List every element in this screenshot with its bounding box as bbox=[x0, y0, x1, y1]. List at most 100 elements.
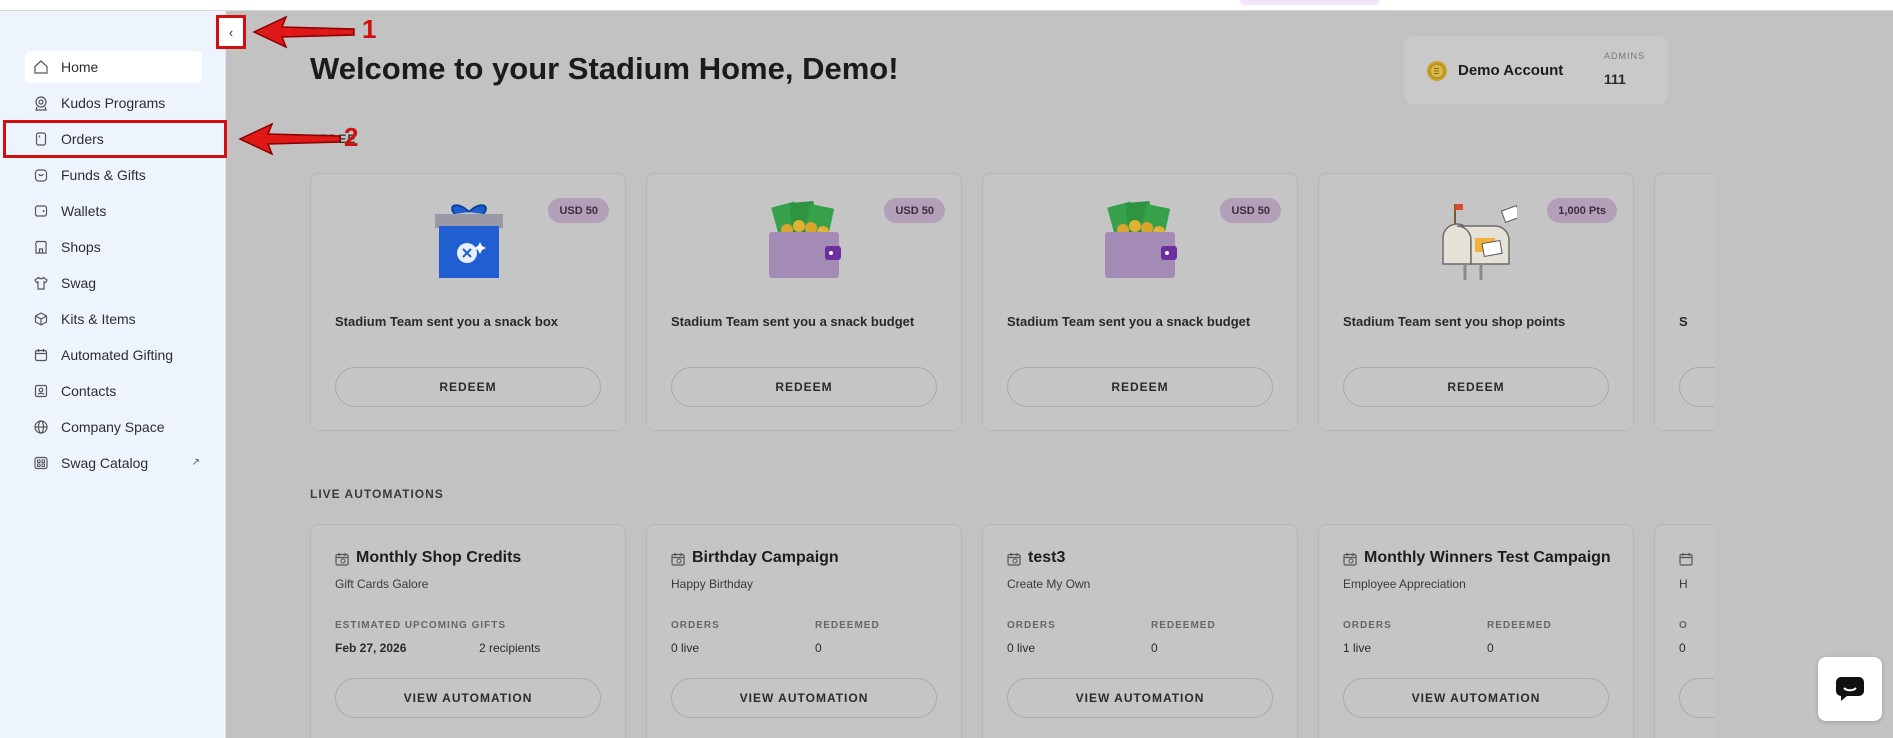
automation-subtitle: Gift Cards Galore bbox=[335, 577, 429, 591]
automation-card: Birthday Campaign Happy Birthday ORDERS … bbox=[646, 524, 962, 738]
redeemed-value: 0 bbox=[1151, 641, 1158, 655]
sidebar-item-funds-gifts[interactable]: Funds & Gifts bbox=[25, 159, 202, 191]
calendar-icon bbox=[1007, 553, 1021, 566]
home-icon bbox=[33, 59, 49, 75]
annotation-arrow-2 bbox=[238, 122, 341, 156]
redeem-card-text: Stadium Team sent you a snack budget bbox=[1007, 314, 1251, 329]
view-automation-button[interactable]: VIEW AUTOMATION bbox=[671, 678, 937, 718]
redeemed-label: REDEEMED bbox=[1487, 620, 1552, 631]
sidebar-item-label: Contacts bbox=[61, 383, 117, 399]
calendar-icon bbox=[1343, 553, 1357, 566]
kits-icon bbox=[33, 311, 49, 327]
sidebar-item-kudos-programs[interactable]: Kudos Programs bbox=[25, 87, 202, 119]
sidebar-nav: Home Kudos Programs Orders Funds & Gifts… bbox=[25, 51, 202, 483]
wallet-cash-illustration bbox=[765, 198, 845, 282]
main-content: Welcome to your Stadium Home, Demo! Demo… bbox=[226, 11, 1893, 738]
sidebar-item-swag[interactable]: Swag bbox=[25, 267, 202, 299]
sidebar-item-label: Funds & Gifts bbox=[61, 167, 146, 183]
redeemed-label: REDEEMED bbox=[1151, 620, 1216, 631]
calendar-icon bbox=[33, 347, 49, 363]
sidebar-item-company-space[interactable]: Company Space bbox=[25, 411, 202, 443]
shop-icon bbox=[33, 239, 49, 255]
wallet-icon bbox=[33, 203, 49, 219]
automation-subtitle: Employee Appreciation bbox=[1343, 577, 1466, 591]
shirt-icon bbox=[33, 275, 49, 291]
orders-value: 0 live bbox=[1007, 641, 1036, 655]
external-link-icon: ↗ bbox=[191, 457, 200, 468]
orders-value: 1 live bbox=[1343, 641, 1372, 655]
calendar-icon bbox=[1679, 553, 1693, 566]
app-window: Home Kudos Programs Orders Funds & Gifts… bbox=[0, 0, 1893, 738]
sidebar-item-contacts[interactable]: Contacts bbox=[25, 375, 202, 407]
automation-title: Birthday Campaign bbox=[692, 549, 839, 566]
automation-card: Monthly Winners Test Campaign Employee A… bbox=[1318, 524, 1634, 738]
sidebar-item-label: Wallets bbox=[61, 203, 107, 219]
collapse-sidebar-button[interactable]: ‹ bbox=[216, 15, 246, 49]
globe-icon bbox=[33, 419, 49, 435]
view-automation-button[interactable]: VIEW AUTOMATION bbox=[1343, 678, 1609, 718]
amount-badge: USD 50 bbox=[884, 198, 945, 223]
chevron-left-icon: ‹ bbox=[228, 24, 234, 40]
amount-badge: USD 50 bbox=[548, 198, 609, 223]
sidebar-item-label: Company Space bbox=[61, 419, 165, 435]
automation-card: Monthly Shop Credits Gift Cards Galore E… bbox=[310, 524, 626, 738]
sidebar-item-kits-items[interactable]: Kits & Items bbox=[25, 303, 202, 335]
redeem-card: USD 50 Stadium Team sent you a snack bud… bbox=[982, 173, 1298, 431]
sidebar-item-home[interactable]: Home bbox=[25, 51, 202, 83]
account-card[interactable]: Demo Account ADMINS 111 bbox=[1404, 36, 1668, 104]
orders-label: ORDERS bbox=[671, 620, 720, 631]
admins-count: 111 bbox=[1604, 71, 1626, 87]
redeem-card-text: S bbox=[1679, 314, 1688, 329]
sidebar-item-wallets[interactable]: Wallets bbox=[25, 195, 202, 227]
orders-highlight-box bbox=[3, 120, 227, 158]
automation-subtitle: H bbox=[1679, 577, 1688, 591]
orders-label: O bbox=[1679, 620, 1688, 631]
automation-title: Monthly Winners Test Campaign bbox=[1364, 549, 1611, 566]
top-decoration bbox=[1240, 0, 1380, 5]
redeem-button[interactable]: REDEEM bbox=[671, 367, 937, 407]
contacts-icon bbox=[33, 383, 49, 399]
wallet-cash-illustration bbox=[1101, 198, 1181, 282]
sidebar-item-swag-catalog[interactable]: Swag Catalog ↗ bbox=[25, 447, 202, 479]
page-title: Welcome to your Stadium Home, Demo! bbox=[310, 51, 899, 86]
sidebar-item-automated-gifting[interactable]: Automated Gifting bbox=[25, 339, 202, 371]
sidebar-item-label: Kudos Programs bbox=[61, 95, 166, 111]
automation-title: test3 bbox=[1028, 549, 1066, 566]
redeemed-value: 0 bbox=[1487, 641, 1494, 655]
orders-value: 0 bbox=[1679, 641, 1686, 655]
view-automation-button[interactable]: VIEW AUTOMATION bbox=[1007, 678, 1273, 718]
mailbox-illustration bbox=[1437, 198, 1517, 282]
estimated-gifts-label: ESTIMATED UPCOMING GIFTS bbox=[335, 620, 507, 631]
annotation-arrow-1 bbox=[252, 15, 355, 49]
annotation-number-2: 2 bbox=[344, 122, 359, 152]
calendar-icon bbox=[671, 553, 685, 566]
chat-button[interactable] bbox=[1818, 657, 1882, 721]
calendar-icon bbox=[335, 553, 349, 566]
funds-icon bbox=[33, 167, 49, 183]
redeem-card-text: Stadium Team sent you a snack box bbox=[335, 314, 558, 329]
kudos-icon bbox=[33, 95, 49, 111]
redeem-button[interactable]: REDEEM bbox=[1343, 367, 1609, 407]
redeem-button[interactable] bbox=[1679, 367, 1714, 407]
redeem-card-text: Stadium Team sent you a snack budget bbox=[671, 314, 915, 329]
redeemed-value: 0 bbox=[815, 641, 822, 655]
coin-icon bbox=[1427, 61, 1447, 81]
automation-subtitle: Create My Own bbox=[1007, 577, 1091, 591]
sidebar-item-label: Kits & Items bbox=[61, 311, 136, 327]
gift-box-illustration bbox=[429, 198, 509, 282]
redeem-card: 1,000 Pts Stadium Team sent you shop poi… bbox=[1318, 173, 1634, 431]
catalog-icon bbox=[33, 455, 49, 471]
orders-value: 0 live bbox=[671, 641, 700, 655]
account-name: Demo Account bbox=[1458, 62, 1564, 79]
live-automations-label: LIVE AUTOMATIONS bbox=[310, 487, 444, 501]
points-badge: 1,000 Pts bbox=[1547, 198, 1617, 223]
sidebar-item-label: Shops bbox=[61, 239, 101, 255]
view-automation-button[interactable] bbox=[1679, 678, 1714, 718]
orders-label: ORDERS bbox=[1343, 620, 1392, 631]
automation-subtitle: Happy Birthday bbox=[671, 577, 754, 591]
orders-label: ORDERS bbox=[1007, 620, 1056, 631]
view-automation-button[interactable]: VIEW AUTOMATION bbox=[335, 678, 601, 718]
redeem-button[interactable]: REDEEM bbox=[335, 367, 601, 407]
sidebar-item-shops[interactable]: Shops bbox=[25, 231, 202, 263]
redeem-button[interactable]: REDEEM bbox=[1007, 367, 1273, 407]
